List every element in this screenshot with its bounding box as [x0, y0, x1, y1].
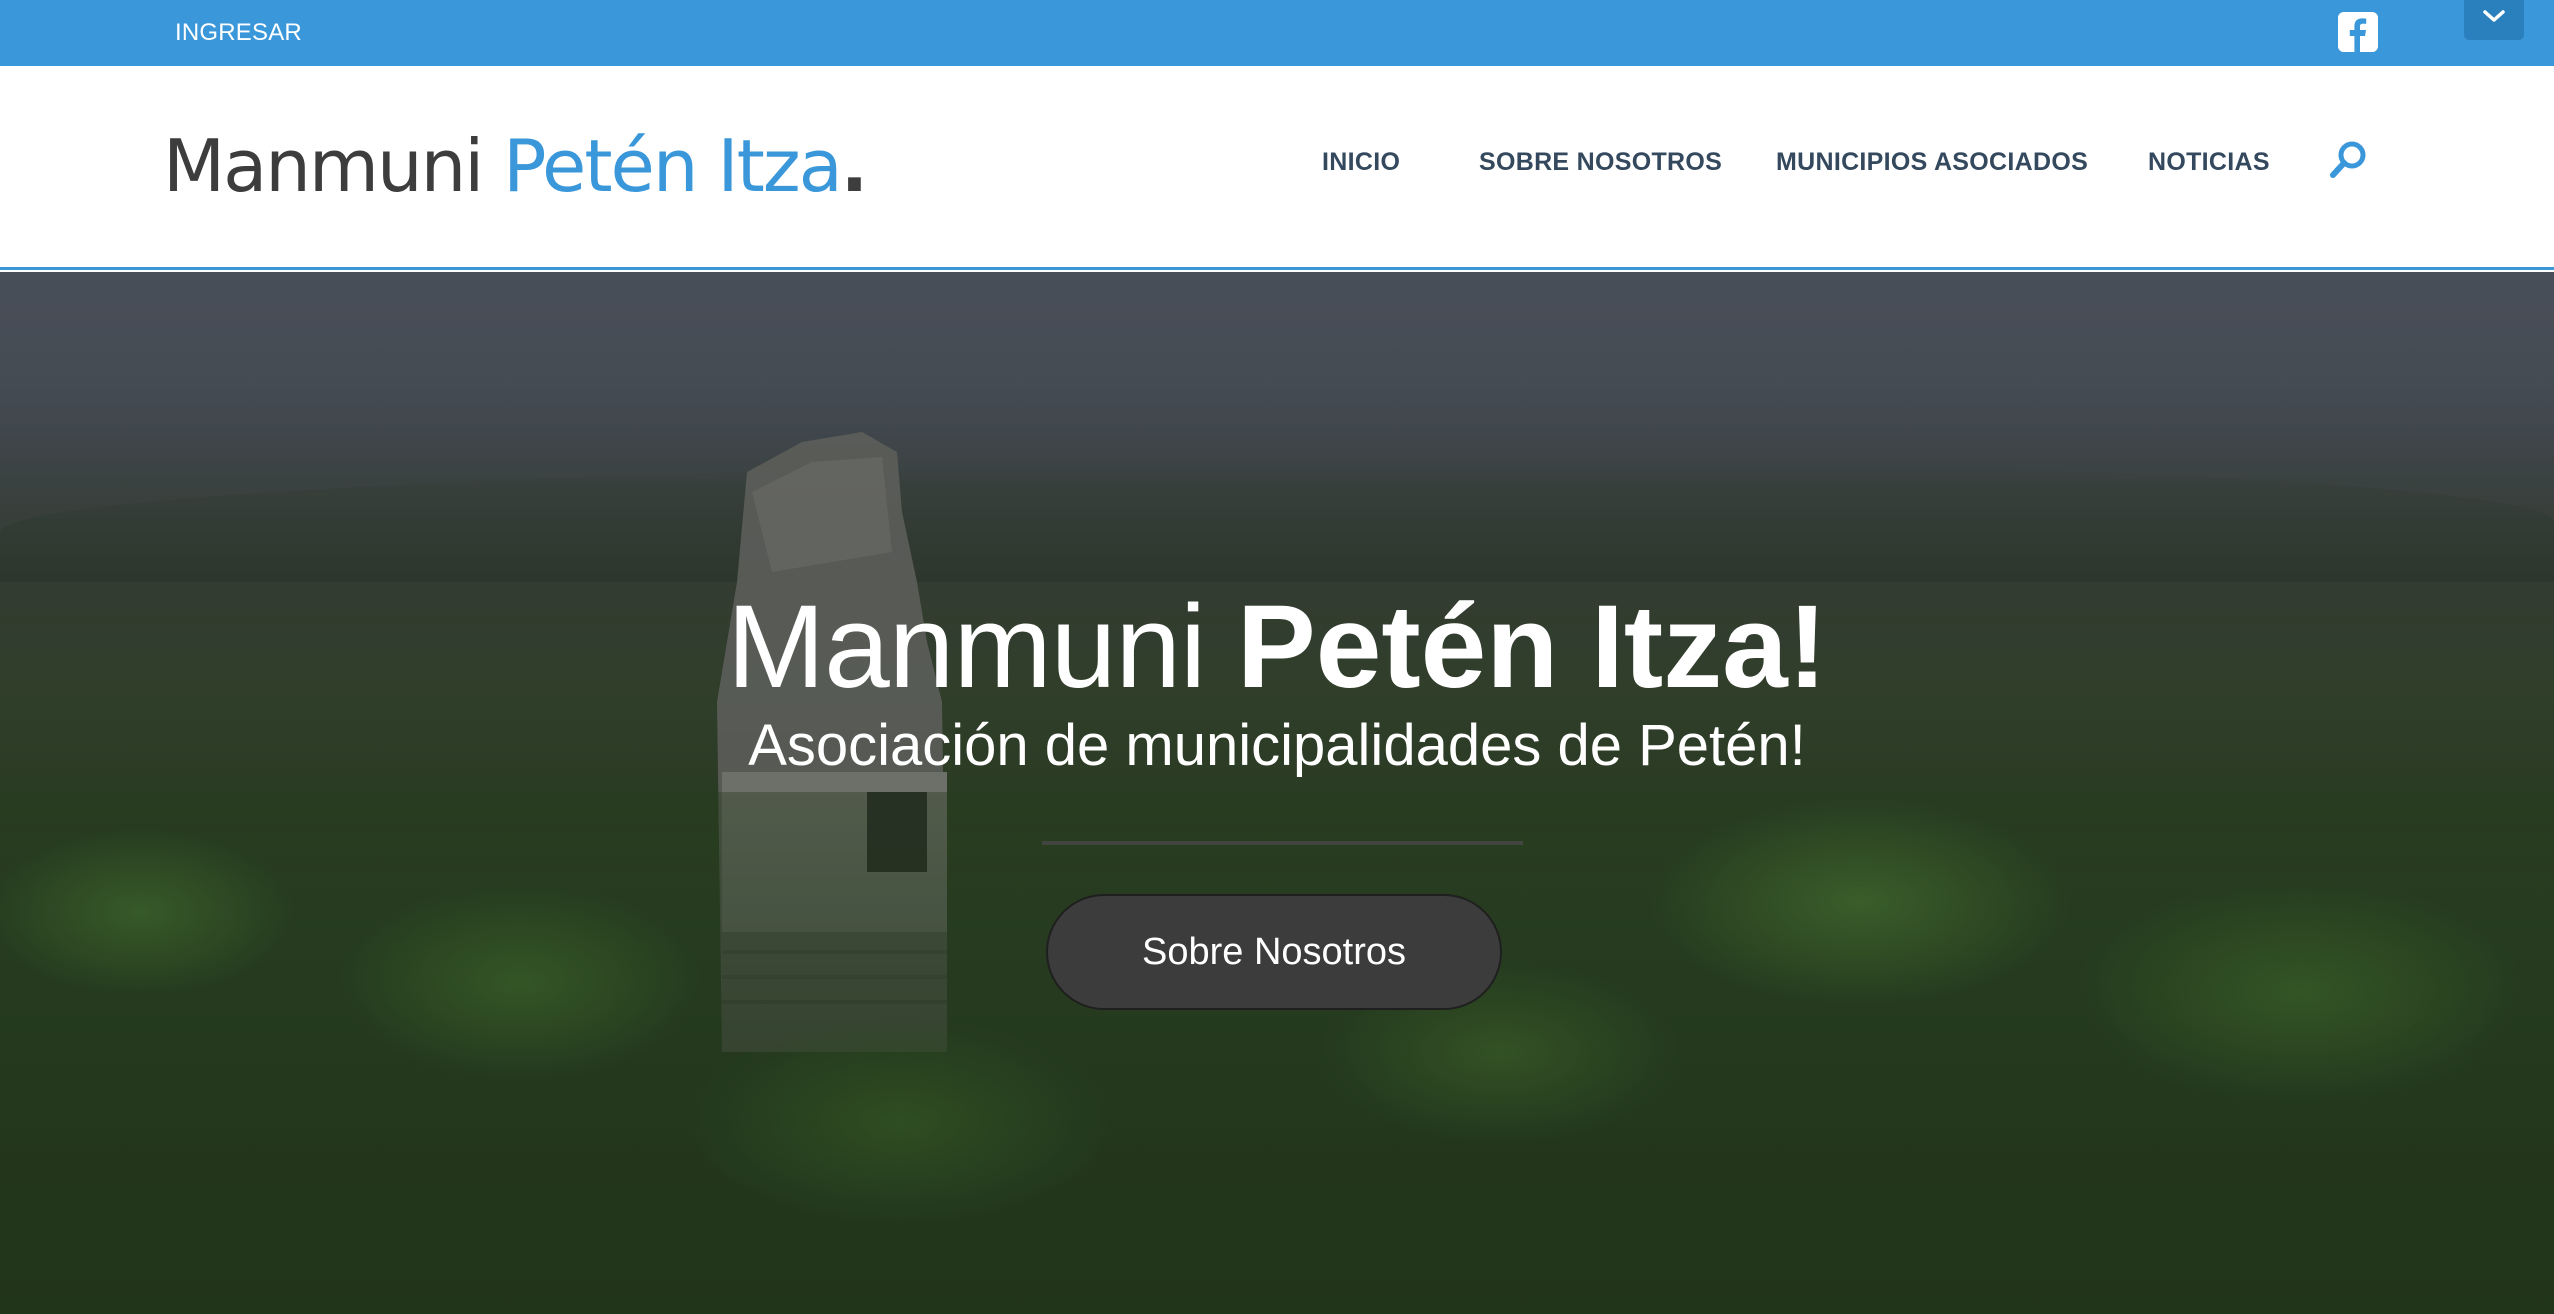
hero-divider [1042, 841, 1523, 845]
hero-overlay [0, 272, 2554, 1314]
login-link[interactable]: INGRESAR [175, 19, 302, 47]
hero-subtitle: Asociación de municipalidades de Petén! [748, 713, 1806, 778]
hero-title: Manmuni Petén Itza! [0, 580, 2554, 714]
nav-item-sobre-nosotros[interactable]: SOBRE NOSOTROS [1479, 148, 1722, 177]
sobre-nosotros-button[interactable]: Sobre Nosotros [1046, 894, 1502, 1010]
nav-item-noticias[interactable]: NOTICIAS [2148, 148, 2270, 177]
nav-item-municipios-asociados[interactable]: MUNICIPIOS ASOCIADOS [1776, 148, 2088, 177]
search-icon[interactable] [2326, 138, 2370, 182]
site-header: Manmuni Petén Itza. INICIO SOBRE NOSOTRO… [0, 66, 2554, 270]
facebook-icon[interactable] [2338, 12, 2378, 52]
top-bar: INGRESAR [0, 0, 2554, 66]
hero-banner: Manmuni Petén Itza! Asociación de munici… [0, 272, 2554, 1314]
main-nav: INICIO SOBRE NOSOTROS MUNICIPIOS ASOCIAD… [0, 148, 2554, 188]
hero-title-light: Manmuni [726, 581, 1237, 713]
hero-title-bold: Petén Itza! [1236, 581, 1828, 713]
chevron-down-icon [2483, 10, 2505, 22]
nav-item-inicio[interactable]: INICIO [1322, 148, 1400, 177]
topbar-toggle-button[interactable] [2464, 0, 2524, 40]
